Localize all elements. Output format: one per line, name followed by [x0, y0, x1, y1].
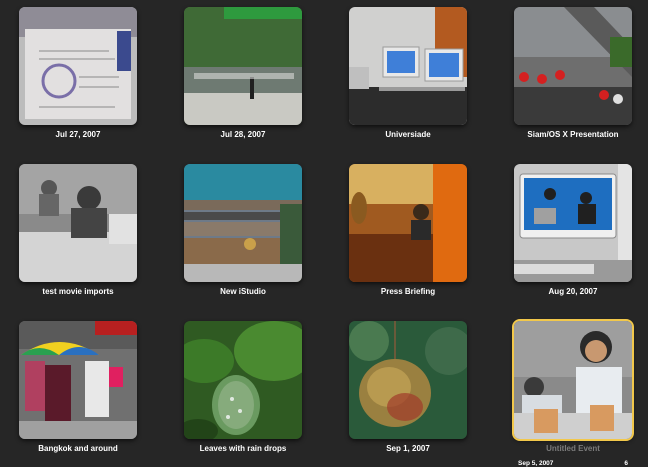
event-thumbnail[interactable] [514, 7, 632, 125]
event-title[interactable]: Untitled Event [494, 444, 648, 453]
event-thumbnail[interactable] [19, 7, 137, 125]
event-thumbnail[interactable] [349, 321, 467, 439]
event-date: Sep 5, 2007 [518, 460, 554, 467]
event-title[interactable]: Jul 28, 2007 [164, 130, 322, 139]
event-thumbnail[interactable] [514, 321, 632, 439]
event-thumbnail[interactable] [349, 7, 467, 125]
event-title[interactable]: Sep 1, 2007 [329, 444, 487, 453]
event-thumbnail[interactable] [184, 321, 302, 439]
event-title[interactable]: Jul 27, 2007 [0, 130, 157, 139]
event-thumbnail[interactable] [184, 7, 302, 125]
events-grid: Jul 27, 2007 Jul 28, 2007 Universiade Si… [0, 0, 648, 467]
event-title[interactable]: Bangkok and around [0, 444, 157, 453]
event-title[interactable]: Siam/OS X Presentation [494, 130, 648, 139]
photo-count: 6 [624, 460, 628, 467]
event-title[interactable]: test movie imports [0, 287, 157, 296]
event-title[interactable]: Aug 20, 2007 [494, 287, 648, 296]
event-title[interactable]: Leaves with rain drops [164, 444, 322, 453]
event-thumbnail[interactable] [19, 164, 137, 282]
event-title[interactable]: Universiade [329, 130, 487, 139]
event-title[interactable]: Press Briefing [329, 287, 487, 296]
event-thumbnail[interactable] [349, 164, 467, 282]
event-thumbnail[interactable] [514, 164, 632, 282]
event-thumbnail[interactable] [184, 164, 302, 282]
event-thumbnail[interactable] [19, 321, 137, 439]
event-title[interactable]: New iStudio [164, 287, 322, 296]
